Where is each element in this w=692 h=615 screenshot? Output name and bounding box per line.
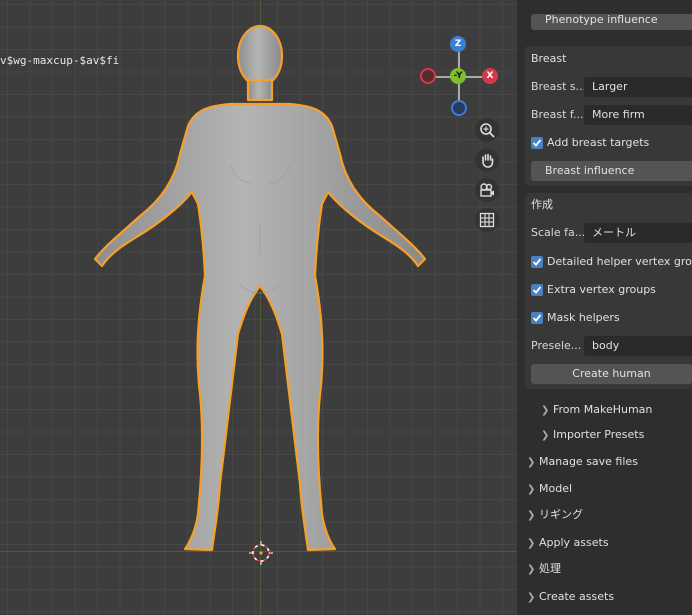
subpanel-label: Importer Presets [553, 428, 645, 441]
extra-vertex-groups-checkbox[interactable] [531, 284, 543, 296]
add-breast-targets-checkbox[interactable] [531, 137, 543, 149]
mask-helpers-checkbox[interactable] [531, 312, 543, 324]
add-breast-targets-label: Add breast targets [547, 136, 650, 149]
chevron-right-icon: ❯ [527, 484, 536, 495]
hand-icon [482, 153, 494, 168]
create-human-button[interactable]: Create human [531, 364, 692, 384]
chevron-right-icon: ❯ [527, 538, 536, 549]
chevron-right-icon: ❯ [527, 457, 536, 468]
breast-size-dropdown[interactable]: Larger [584, 77, 692, 97]
neg-y-axis-ball[interactable]: -Y [450, 68, 466, 84]
breast-influence-button[interactable]: Breast influence [531, 161, 692, 181]
phenotype-influence-button[interactable]: Phenotype influence [531, 14, 692, 30]
perspective-toggle-button[interactable] [475, 208, 499, 232]
chevron-right-icon: ❯ [527, 510, 536, 521]
check-icon [532, 258, 542, 266]
mask-helpers-label: Mask helpers [547, 311, 620, 324]
x-axis-ball[interactable]: X [482, 68, 498, 84]
section-label: Manage save files [539, 455, 638, 468]
chevron-right-icon: ❯ [541, 430, 550, 441]
camera-view-button[interactable] [475, 178, 499, 202]
scale-factor-dropdown[interactable]: メートル [584, 223, 692, 243]
z-axis-ball[interactable]: Z [450, 36, 466, 52]
neg-z-axis-ball[interactable] [451, 100, 467, 116]
section-label: Apply assets [539, 536, 609, 549]
section-processing[interactable]: ❯ 処理 [527, 559, 561, 579]
preselect-label: Presele... [531, 339, 582, 352]
3d-cursor-icon [249, 541, 273, 565]
detailed-helper-checkbox[interactable] [531, 256, 543, 268]
section-label: リギング [539, 508, 583, 521]
breast-firmness-dropdown[interactable]: More firm [584, 105, 692, 125]
section-create-assets[interactable]: ❯ Create assets [527, 587, 614, 607]
chevron-right-icon: ❯ [541, 405, 550, 416]
subpanel-importer-presets[interactable]: ❯ Importer Presets [541, 425, 644, 445]
section-label: Create assets [539, 590, 615, 603]
human-mesh[interactable] [80, 14, 440, 559]
preselect-dropdown[interactable]: body [584, 336, 692, 356]
check-icon [532, 314, 542, 322]
camera-icon [480, 183, 494, 197]
neg-x-axis-ball[interactable] [420, 68, 436, 84]
chevron-right-icon: ❯ [527, 592, 536, 603]
check-icon [532, 286, 542, 294]
navigation-gizmo[interactable]: Z -Y X [418, 36, 502, 116]
section-apply-assets[interactable]: ❯ Apply assets [527, 533, 609, 553]
create-section-title: 作成 [531, 198, 553, 211]
section-rigging[interactable]: ❯ リギング [527, 505, 583, 525]
pan-button[interactable] [475, 148, 499, 172]
chevron-right-icon: ❯ [527, 564, 536, 575]
check-icon [532, 139, 542, 147]
scale-factor-label: Scale fa... [531, 226, 586, 239]
breast-section-title: Breast [531, 52, 567, 65]
zoom-button[interactable] [475, 118, 499, 142]
detailed-helper-label: Detailed helper vertex groups [547, 255, 692, 268]
subpanel-label: From MakeHuman [553, 403, 653, 416]
grid-icon [479, 212, 495, 228]
breast-firmness-label: Breast f... [531, 108, 584, 121]
breast-size-label: Breast s... [531, 80, 587, 93]
section-label: Model [539, 482, 573, 495]
magnifier-icon [480, 123, 495, 138]
subpanel-from-makehuman[interactable]: ❯ From MakeHuman [541, 400, 652, 420]
section-label: 処理 [539, 562, 561, 575]
extra-vertex-groups-label: Extra vertex groups [547, 283, 656, 296]
section-model[interactable]: ❯ Model [527, 479, 572, 499]
section-manage-save-files[interactable]: ❯ Manage save files [527, 452, 638, 472]
